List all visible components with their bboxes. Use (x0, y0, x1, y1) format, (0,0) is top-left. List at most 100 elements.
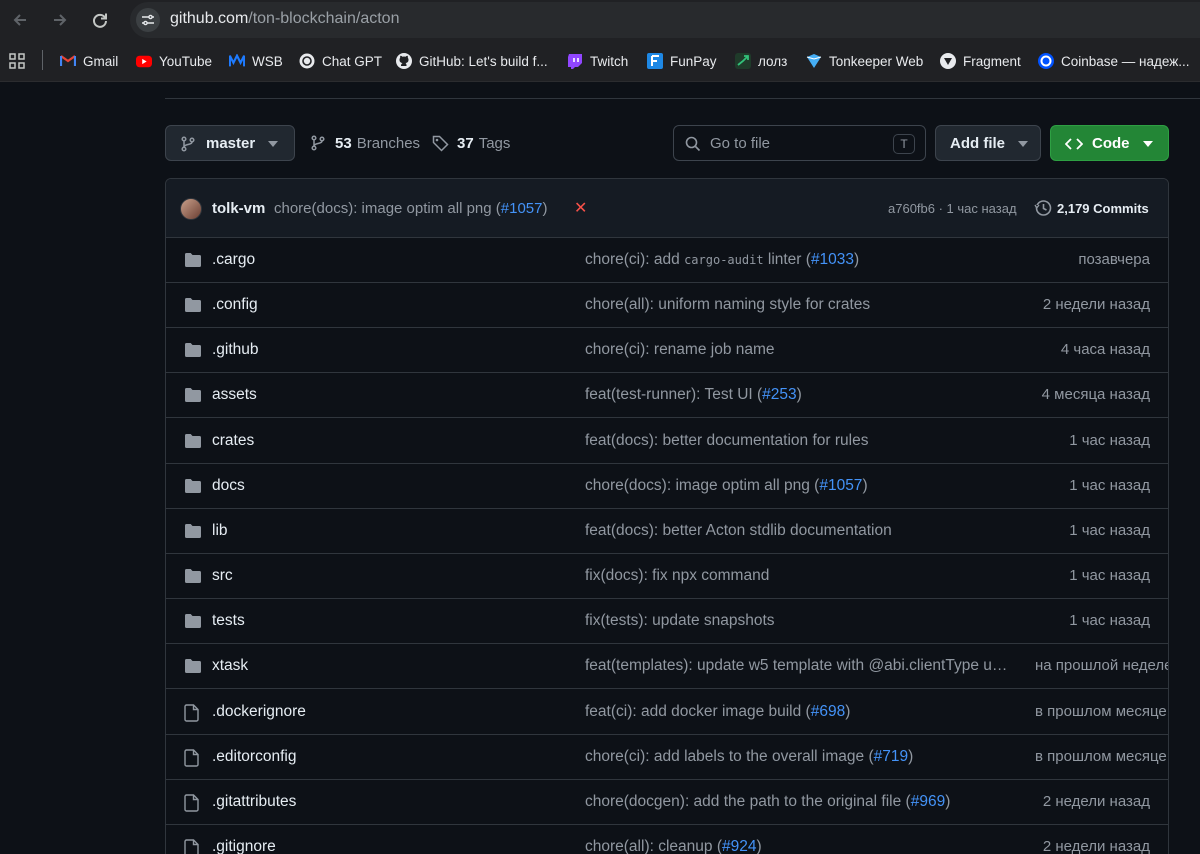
commit-date[interactable]: 1 час назад (1026, 432, 1150, 449)
commit-date[interactable]: на прошлой неделе (1035, 657, 1168, 674)
forward-button[interactable] (48, 8, 72, 32)
pr-link[interactable]: #924 (722, 838, 756, 854)
commit-date[interactable]: 2 недели назад (1026, 838, 1150, 854)
file-name[interactable]: .config (212, 296, 258, 314)
folder-icon (184, 658, 202, 674)
file-name[interactable]: .gitignore (212, 838, 276, 854)
file-row[interactable]: .cargo chore(ci): add cargo-audit linter … (166, 238, 1168, 283)
commits-history-link[interactable]: 2,179 Commits (1034, 199, 1149, 217)
commit-date[interactable]: в прошлом месяце (1035, 748, 1168, 765)
file-row[interactable]: .github chore(ci): rename job name 4 часа … (166, 328, 1168, 374)
status-fail-icon[interactable]: ✕ (574, 198, 587, 218)
file-name[interactable]: docs (212, 477, 245, 495)
bookmark-github[interactable]: GitHub: Let's build f... (396, 51, 548, 71)
commit-message[interactable]: chore(docgen): add the path to the origi… (585, 793, 1013, 811)
commit-date[interactable]: 2 недели назад (1026, 296, 1150, 313)
pr-link[interactable]: #969 (911, 793, 945, 810)
code-icon (1065, 138, 1083, 150)
commit-pr-link[interactable]: #1057 (501, 200, 543, 217)
commit-date[interactable]: в прошлом месяце (1035, 703, 1168, 720)
commit-message[interactable]: chore(all): cleanup (#924) (585, 838, 1013, 854)
bookmark-funpay[interactable]: FunPay (647, 51, 717, 71)
file-row[interactable]: .config chore(all): uniform naming style … (166, 283, 1168, 329)
commit-message[interactable]: chore(ci): rename job name (585, 341, 1013, 359)
commit-message[interactable]: chore(docs): image optim all png (#1057) (274, 200, 547, 217)
commit-message[interactable]: feat(test-runner): Test UI (#253) (585, 386, 1013, 404)
commit-sha-time[interactable]: a760fb6 · 1 час назад (888, 201, 1017, 216)
commit-message[interactable]: feat(docs): better documentation for rul… (585, 432, 1013, 450)
site-info-button[interactable] (136, 8, 160, 32)
file-row[interactable]: .gitignore chore(all): cleanup (#924) 2 не… (166, 825, 1168, 854)
reload-button[interactable] (88, 8, 112, 32)
file-row[interactable]: xtask feat(templates): update w5 template… (166, 644, 1168, 690)
file-name[interactable]: .dockerignore (212, 703, 306, 721)
bookmark-coinbase[interactable]: Coinbase — надеж... (1038, 51, 1190, 71)
commit-message[interactable]: fix(docs): fix npx command (585, 567, 1013, 585)
bookmark-youtube[interactable]: YouTube (136, 51, 212, 71)
file-row[interactable]: .editorconfig chore(ci): add labels to th… (166, 735, 1168, 780)
branch-select-button[interactable]: master (165, 125, 295, 161)
commit-date[interactable]: 4 месяца назад (1026, 386, 1150, 403)
file-row[interactable]: lib feat(docs): better Acton stdlib docum… (166, 509, 1168, 554)
commit-message[interactable]: chore(ci): add cargo-audit linter (#1033… (585, 251, 1013, 269)
pr-link[interactable]: #253 (762, 386, 796, 403)
code-button[interactable]: Code (1050, 125, 1169, 161)
file-name[interactable]: lib (212, 522, 228, 540)
go-to-file-input[interactable]: Go to file T (673, 125, 926, 161)
git-branch-icon (181, 136, 195, 152)
commit-message[interactable]: chore(docs): image optim all png (#1057) (585, 477, 1013, 495)
apps-button[interactable] (9, 51, 25, 71)
commit-date[interactable]: 4 часа назад (1026, 341, 1150, 358)
branches-link[interactable]: 53 Branches (310, 132, 420, 154)
commit-message[interactable]: chore(ci): add labels to the overall ima… (585, 748, 1013, 766)
file-row[interactable]: src fix(docs): fix npx command 1 час назад (166, 554, 1168, 600)
add-file-button[interactable]: Add file (935, 125, 1041, 161)
file-name[interactable]: assets (212, 386, 257, 404)
bookmark-fragment[interactable]: Fragment (940, 51, 1021, 71)
file-name[interactable]: .cargo (212, 251, 255, 269)
pr-link[interactable]: #1033 (811, 251, 854, 268)
commit-message[interactable]: fix(tests): update snapshots (585, 612, 1013, 630)
commit-message-end: ) (862, 476, 868, 494)
bookmark-lolz[interactable]: лолз (735, 51, 787, 71)
commit-date[interactable]: 1 час назад (1026, 567, 1150, 584)
file-name[interactable]: tests (212, 612, 245, 630)
tags-link[interactable]: 37 Tags (432, 132, 510, 154)
commit-message-end: ) (945, 792, 951, 810)
file-row[interactable]: tests fix(tests): update snapshots 1 час н… (166, 599, 1168, 645)
commit-date[interactable]: 2 недели назад (1026, 793, 1150, 810)
pr-link[interactable]: #698 (811, 703, 845, 720)
bookmark-chatgpt[interactable]: Chat GPT (299, 51, 382, 71)
file-name[interactable]: .editorconfig (212, 748, 296, 766)
file-name[interactable]: src (212, 567, 233, 585)
commit-message[interactable]: feat(ci): add docker image build (#698) (585, 703, 1013, 721)
commit-date[interactable]: позавчера (1026, 251, 1150, 268)
file-row[interactable]: assets feat(test-runner): Test UI (#253) 4… (166, 373, 1168, 419)
file-row[interactable]: docs chore(docs): image optim all png (#1… (166, 464, 1168, 509)
bookmark-tonkeeper[interactable]: Tonkeeper Web (806, 51, 923, 71)
commit-date[interactable]: 1 час назад (1026, 477, 1150, 494)
commit-message[interactable]: feat(docs): better Acton stdlib document… (585, 522, 1013, 540)
commit-message-text: chore(ci): add labels to the overall ima… (585, 747, 874, 765)
commit-message[interactable]: feat(templates): update w5 template with… (585, 657, 1013, 675)
file-row[interactable]: .dockerignore feat(ci): add docker image … (166, 690, 1168, 735)
branches-count: 53 (335, 134, 352, 152)
commit-date[interactable]: 1 час назад (1026, 612, 1150, 629)
avatar[interactable] (180, 198, 202, 220)
commit-date[interactable]: 1 час назад (1026, 522, 1150, 539)
bookmark-gmail[interactable]: Gmail (60, 51, 118, 71)
commit-message[interactable]: chore(all): uniform naming style for cra… (585, 296, 1013, 314)
pr-link[interactable]: #719 (874, 748, 908, 765)
bookmark-twitch[interactable]: Twitch (567, 51, 628, 71)
file-row[interactable]: .gitattributes chore(docgen): add the pat… (166, 780, 1168, 825)
back-button[interactable] (8, 8, 32, 32)
file-row[interactable]: crates feat(docs): better documentation f… (166, 419, 1168, 464)
file-name[interactable]: xtask (212, 657, 248, 675)
file-name[interactable]: crates (212, 432, 254, 450)
file-name[interactable]: .github (212, 341, 259, 359)
bookmark-wsb[interactable]: WSB (229, 51, 283, 71)
commit-author[interactable]: tolk-vm (212, 200, 265, 217)
url-text[interactable]: github.com/ton-blockchain/acton (170, 10, 399, 28)
pr-link[interactable]: #1057 (819, 477, 862, 494)
file-name[interactable]: .gitattributes (212, 793, 296, 811)
